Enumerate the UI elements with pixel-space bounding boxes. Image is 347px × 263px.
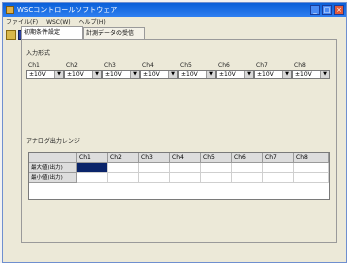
app-icon (6, 6, 14, 14)
minimize-icon[interactable]: _ (310, 5, 320, 15)
grid-cell[interactable] (232, 163, 263, 173)
column-header: Ch3 (139, 153, 170, 163)
channel-label: Ch3 (104, 62, 116, 69)
input-format-label: 入力形式 (26, 50, 51, 57)
column-header: Ch7 (263, 153, 294, 163)
input-range-select[interactable]: ±10V ▼ (178, 70, 216, 79)
chevron-down-icon[interactable]: ▼ (130, 71, 139, 78)
input-range-value: ±10V (67, 71, 84, 78)
channel-label: Ch2 (66, 62, 78, 69)
input-range-select[interactable]: ±10V ▼ (216, 70, 254, 79)
channel-label: Ch6 (218, 62, 230, 69)
channel-label: Ch8 (294, 62, 306, 69)
grid-cell[interactable] (77, 163, 108, 173)
chevron-down-icon[interactable]: ▼ (92, 71, 101, 78)
grid-cell[interactable] (294, 163, 329, 173)
grid-cell[interactable] (263, 173, 294, 183)
grid-corner (29, 153, 77, 163)
chevron-down-icon[interactable]: ▼ (54, 71, 63, 78)
grid-cell[interactable] (77, 173, 108, 183)
input-range-value: ±10V (143, 71, 160, 78)
input-range-value: ±10V (295, 71, 312, 78)
column-header: Ch1 (77, 153, 108, 163)
title-bar: WSCコントロールソフトウェア _ □ × (3, 3, 346, 17)
grid-cell[interactable] (139, 163, 170, 173)
close-icon[interactable]: × (334, 5, 344, 15)
window-title: WSCコントロールソフトウェア (17, 6, 118, 14)
grid-cell[interactable] (108, 163, 139, 173)
row-header: 最小値(出力) (29, 173, 77, 183)
chevron-down-icon[interactable]: ▼ (168, 71, 177, 78)
channel-label: Ch1 (28, 62, 40, 69)
input-range-value: ±10V (181, 71, 198, 78)
column-header: Ch8 (294, 153, 329, 163)
input-range-value: ±10V (29, 71, 46, 78)
app-window: WSCコントロールソフトウェア _ □ × ファイル(F) WSC(W) ヘルプ… (2, 2, 347, 263)
chevron-down-icon[interactable]: ▼ (206, 71, 215, 78)
channel-label: Ch7 (256, 62, 268, 69)
grid-cell[interactable] (139, 173, 170, 183)
column-header: Ch5 (201, 153, 232, 163)
input-range-select[interactable]: ±10V ▼ (26, 70, 64, 79)
grid-cell[interactable] (232, 173, 263, 183)
channel-label: Ch5 (180, 62, 192, 69)
maximize-icon[interactable]: □ (322, 5, 332, 15)
grid-cell[interactable] (294, 173, 329, 183)
menu-help[interactable]: ヘルプ(H) (79, 19, 106, 26)
column-header: Ch6 (232, 153, 263, 163)
input-range-select[interactable]: ±10V ▼ (292, 70, 330, 79)
chevron-down-icon[interactable]: ▼ (282, 71, 291, 78)
folder-open-icon[interactable] (6, 30, 16, 40)
row-header: 最大値(出力) (29, 163, 77, 173)
analog-output-label: アナログ出力レンジ (26, 138, 80, 145)
input-range-select[interactable]: ±10V ▼ (254, 70, 292, 79)
channel-label: Ch4 (142, 62, 154, 69)
grid-cell[interactable] (201, 163, 232, 173)
column-header: Ch4 (170, 153, 201, 163)
input-range-select[interactable]: ±10V ▼ (64, 70, 102, 79)
input-range-select[interactable]: ±10V ▼ (102, 70, 140, 79)
analog-output-grid: Ch1 Ch2 Ch3 Ch4 Ch5 Ch6 Ch7 Ch8 最大値(出力) … (28, 152, 330, 200)
input-range-value: ±10V (219, 71, 236, 78)
grid-cell[interactable] (201, 173, 232, 183)
menu-file[interactable]: ファイル(F) (6, 19, 38, 26)
grid-cell[interactable] (108, 173, 139, 183)
column-header: Ch2 (108, 153, 139, 163)
menu-wsc[interactable]: WSC(W) (46, 19, 71, 26)
input-range-select[interactable]: ±10V ▼ (140, 70, 178, 79)
input-range-value: ±10V (105, 71, 122, 78)
grid-cell[interactable] (263, 163, 294, 173)
input-range-value: ±10V (257, 71, 274, 78)
chevron-down-icon[interactable]: ▼ (244, 71, 253, 78)
chevron-down-icon[interactable]: ▼ (320, 71, 329, 78)
grid-cell[interactable] (170, 163, 201, 173)
tab-initial-settings[interactable]: 初期条件設定 (21, 26, 83, 39)
grid-cell[interactable] (170, 173, 201, 183)
tab-panel: 入力形式 Ch1 Ch2 Ch3 Ch4 Ch5 Ch6 Ch7 Ch8 ±10… (21, 39, 337, 243)
tab-data-receive[interactable]: 計測データの受信 (83, 27, 145, 39)
